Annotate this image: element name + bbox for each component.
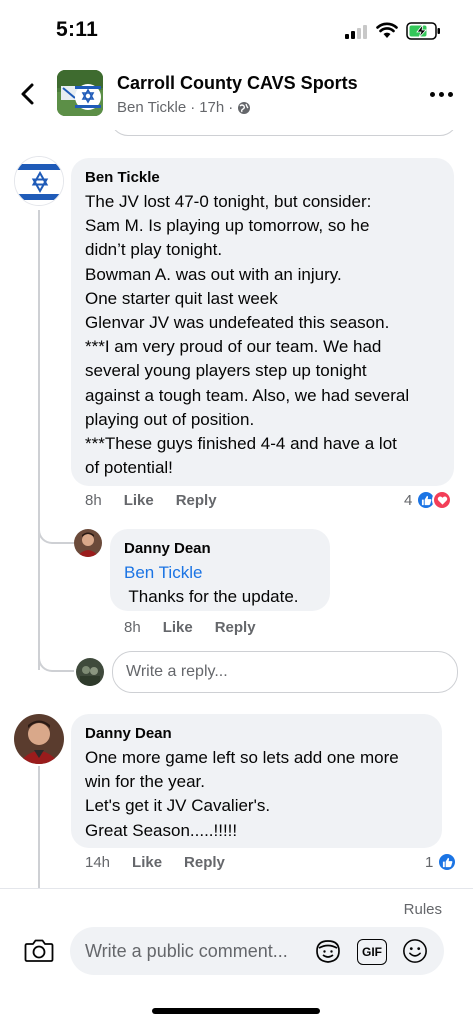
status-bar: 5:11: [0, 0, 473, 62]
comment-line: playing out of position.: [85, 409, 255, 429]
home-indicator: [152, 1008, 320, 1014]
like-button[interactable]: Like: [163, 619, 193, 636]
comment-line: didn’t play tonight.: [85, 240, 223, 260]
comment-text: One more game left so lets add one more …: [85, 746, 428, 843]
reaction-count: 1: [425, 853, 434, 871]
battery-charging-icon: [406, 22, 440, 40]
like-icon: [437, 852, 458, 872]
love-icon: [432, 490, 453, 510]
post-author[interactable]: Ben Tickle: [117, 99, 186, 116]
post-header: Carroll County CAVS Sports Ben Tickle · …: [0, 62, 473, 126]
reply-button[interactable]: Reply: [184, 854, 225, 871]
post-time[interactable]: 17h: [199, 99, 224, 116]
meta-separator: ·: [190, 99, 196, 116]
mention-link[interactable]: Ben Tickle: [124, 561, 316, 585]
comment-line: several young players step up tonight: [85, 361, 367, 381]
avatar[interactable]: [14, 156, 64, 206]
comment-line: Bowman A. was out with an injury.: [85, 264, 342, 284]
comment-author[interactable]: Danny Dean: [85, 724, 428, 744]
comment-line: of potential!: [85, 458, 173, 478]
comment-line: One more game left so lets add one more: [85, 748, 399, 767]
meta-separator: ·: [228, 99, 234, 116]
thread-line: [38, 210, 40, 670]
comment-line: Glenvar JV was undefeated this season.: [85, 313, 390, 333]
comment-line: Great Season.....!!!!!: [85, 820, 238, 840]
comment-time[interactable]: 8h: [85, 492, 102, 509]
reaction-count: 4: [404, 491, 413, 509]
reaction-summary[interactable]: 4: [404, 490, 453, 510]
globe-icon: [238, 101, 251, 114]
cellular-signal-icon: [345, 25, 369, 39]
reaction-summary[interactable]: 1: [425, 852, 458, 872]
reply-time[interactable]: 8h: [124, 619, 141, 636]
like-button[interactable]: Like: [124, 492, 154, 509]
reply-text: Thanks for the update.: [124, 587, 299, 607]
rules-link[interactable]: Rules: [404, 901, 442, 918]
status-time: 5:11: [56, 18, 99, 41]
wifi-icon: [376, 22, 398, 38]
emoji-icon[interactable]: [401, 938, 429, 964]
camera-icon[interactable]: [24, 937, 54, 963]
comment-text: The JV lost 47-0 tonight, but consider: …: [85, 190, 440, 480]
comment-actions: 14h Like Reply: [85, 854, 225, 871]
comment-input-placeholder: Write a public comment...: [85, 941, 288, 961]
comment-bubble: Ben Tickle The JV lost 47-0 tonight, but…: [71, 158, 454, 486]
comment-actions: 8h Like Reply: [85, 492, 217, 509]
like-button[interactable]: Like: [132, 854, 162, 871]
gif-label: GIF: [362, 945, 382, 959]
comment-author[interactable]: Ben Tickle: [85, 168, 440, 188]
current-user-avatar: [76, 658, 104, 686]
reply-button[interactable]: Reply: [215, 619, 256, 636]
avatar-sticker-icon[interactable]: [314, 939, 342, 965]
post-meta: Ben Tickle · 17h ·: [117, 99, 251, 116]
comment-bubble: Danny Dean One more game left so lets ad…: [71, 714, 442, 848]
thread-connector: [38, 520, 74, 544]
comment-line: Let's get it JV Cavalier's.: [85, 796, 271, 816]
avatar[interactable]: [74, 529, 102, 557]
back-arrow-icon[interactable]: [14, 80, 42, 108]
star-of-david-avatar-icon: [15, 157, 63, 205]
comment-line: ***I am very proud of our team. We had: [85, 337, 382, 357]
reply-button[interactable]: Reply: [176, 492, 217, 509]
avatar[interactable]: [14, 714, 64, 764]
reply-input-placeholder: Write a reply...: [126, 663, 228, 680]
comment-line: ***These guys finished 4-4 and have a lo…: [85, 434, 397, 454]
comment-line: The JV lost 47-0 tonight, but consider:: [85, 192, 372, 211]
reply-author[interactable]: Danny Dean: [124, 539, 316, 559]
comment-line: One starter quit last week: [85, 288, 278, 308]
group-name[interactable]: Carroll County CAVS Sports: [117, 73, 358, 94]
gif-button[interactable]: GIF: [357, 939, 387, 965]
more-options-icon[interactable]: [430, 84, 458, 104]
reply-actions: 8h Like Reply: [124, 619, 256, 636]
comment-input[interactable]: Write a public comment... GIF: [70, 927, 444, 975]
group-avatar[interactable]: [57, 70, 103, 116]
reply-input[interactable]: Write a reply...: [112, 651, 458, 693]
comment-line: Sam M. Is playing up tomorrow, so he: [85, 216, 370, 236]
comment-time[interactable]: 14h: [85, 854, 110, 871]
thread-line: [38, 766, 40, 888]
comment-line: against a tough team. Also, we had sever…: [85, 385, 410, 405]
reply-bubble: Danny Dean Ben Tickle Thanks for the upd…: [110, 529, 330, 611]
comment-composer: Rules Write a public comment... GIF: [0, 888, 473, 1023]
thread-connector: [38, 648, 74, 672]
comment-line: win for the year.: [85, 772, 206, 792]
